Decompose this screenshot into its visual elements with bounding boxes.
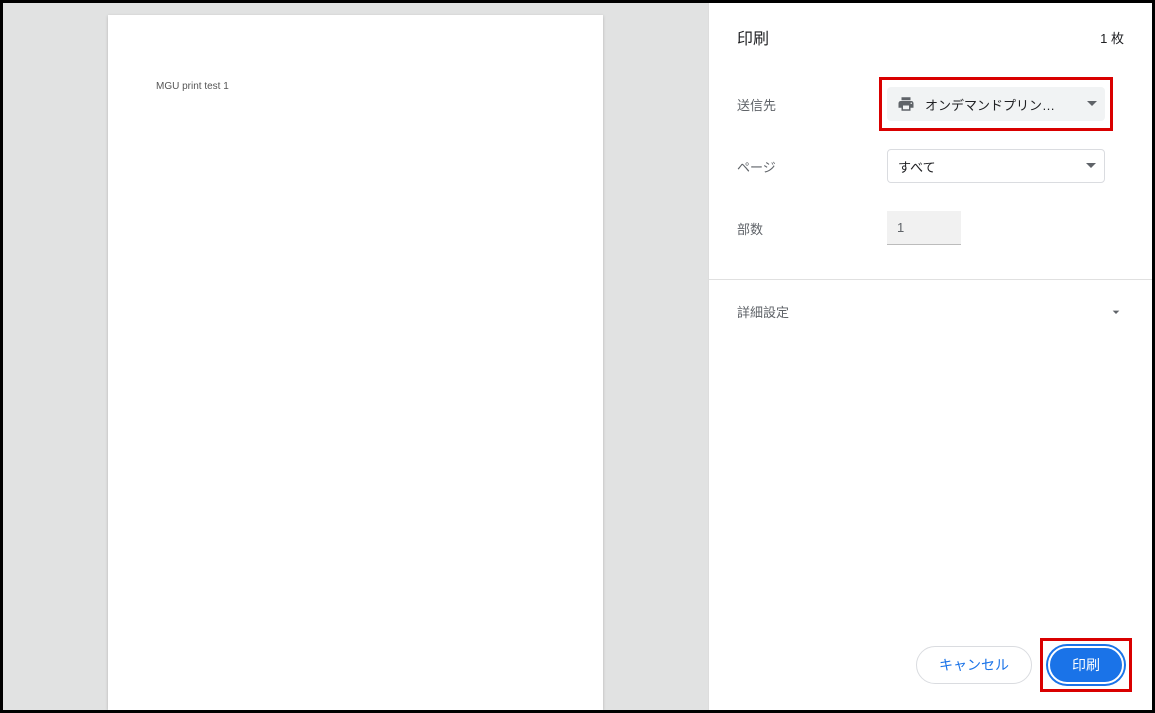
pages-row: ページ すべて bbox=[737, 135, 1134, 197]
print-settings-panel: 印刷 1 枚 送信先 オンデマンドプリン… bbox=[708, 3, 1152, 710]
print-button[interactable]: 印刷 bbox=[1048, 646, 1124, 684]
printer-icon bbox=[897, 95, 915, 113]
copies-input[interactable] bbox=[887, 211, 961, 245]
chevron-down-icon bbox=[1087, 101, 1097, 107]
cancel-button[interactable]: キャンセル bbox=[916, 646, 1032, 684]
pages-select[interactable]: すべて bbox=[887, 149, 1105, 183]
sheet-count: 1 枚 bbox=[1100, 28, 1124, 47]
preview-text: MGU print test 1 bbox=[156, 81, 555, 92]
print-dialog: MGU print test 1 印刷 1 枚 送信先 オンデマンドプリン… bbox=[0, 0, 1155, 713]
more-settings-label: 詳細設定 bbox=[737, 302, 789, 321]
panel-footer: キャンセル 印刷 bbox=[709, 624, 1152, 710]
destination-label: 送信先 bbox=[737, 95, 887, 114]
destination-value: オンデマンドプリン… bbox=[925, 95, 1081, 114]
copies-row: 部数 bbox=[737, 197, 1134, 259]
page-preview: MGU print test 1 bbox=[108, 15, 603, 710]
destination-control-wrapper: オンデマンドプリン… bbox=[887, 87, 1134, 121]
pages-value: すべて bbox=[898, 157, 1080, 176]
panel-header: 印刷 1 枚 bbox=[709, 3, 1152, 67]
destination-row: 送信先 オンデマンドプリン… bbox=[737, 73, 1134, 135]
copies-label: 部数 bbox=[737, 219, 887, 238]
print-preview-area: MGU print test 1 bbox=[3, 3, 708, 710]
pages-label: ページ bbox=[737, 157, 887, 176]
print-button-wrapper: 印刷 bbox=[1042, 640, 1130, 690]
chevron-down-icon bbox=[1108, 304, 1124, 320]
panel-title: 印刷 bbox=[737, 25, 769, 49]
more-settings-toggle[interactable]: 詳細設定 bbox=[709, 280, 1152, 343]
chevron-down-icon bbox=[1086, 163, 1096, 169]
destination-select[interactable]: オンデマンドプリン… bbox=[887, 87, 1105, 121]
settings-section: 送信先 オンデマンドプリン… ページ bbox=[709, 67, 1152, 269]
